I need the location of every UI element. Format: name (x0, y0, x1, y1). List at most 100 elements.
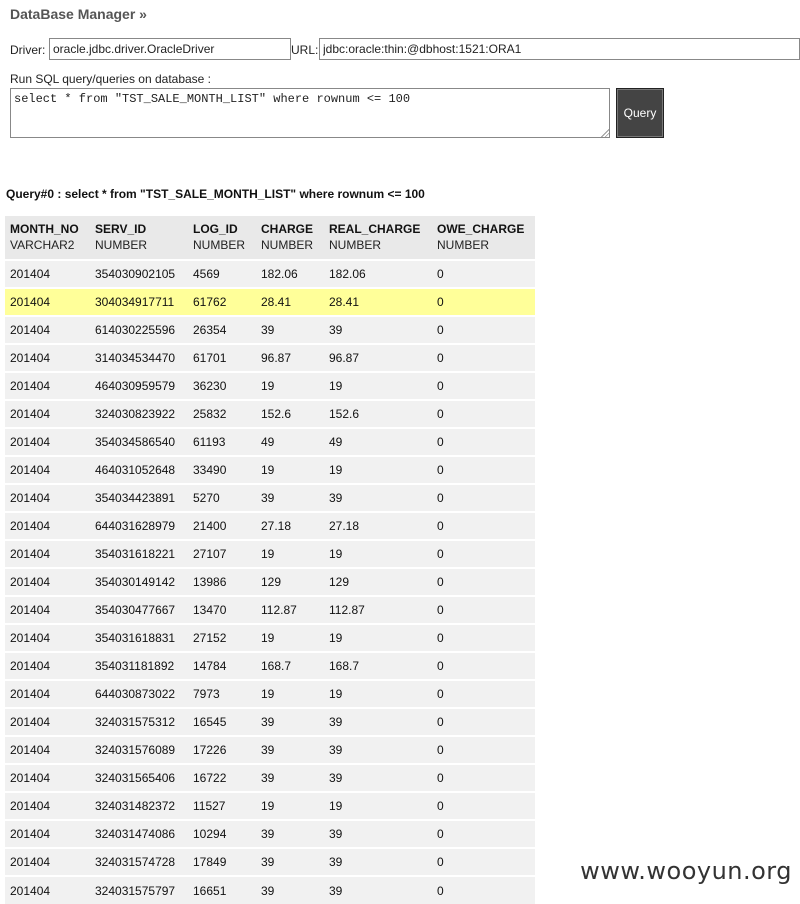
table-cell: 39 (256, 315, 324, 344)
table-cell: 201404 (5, 623, 90, 652)
table-cell: 4569 (188, 259, 256, 288)
table-cell: 27.18 (324, 511, 432, 540)
table-cell: 464030959579 (90, 371, 188, 400)
connection-bar: Driver: URL: (10, 38, 800, 62)
table-cell: 39 (324, 763, 432, 792)
table-row[interactable]: 201404 464031052648 33490 19 19 0 (5, 455, 535, 484)
table-row[interactable]: 201404 354030149142 13986 129 129 0 (5, 567, 535, 596)
table-cell: 10294 (188, 819, 256, 848)
table-cell: 201404 (5, 427, 90, 456)
column-type: NUMBER (261, 238, 314, 252)
table-cell: 0 (432, 679, 535, 708)
table-cell: 0 (432, 567, 535, 596)
table-cell: 19 (256, 679, 324, 708)
table-row[interactable]: 201404 354034423891 5270 39 39 0 (5, 483, 535, 512)
table-cell: 201404 (5, 399, 90, 428)
driver-input[interactable] (49, 38, 291, 60)
table-cell: 201404 (5, 315, 90, 344)
table-row[interactable]: 201404 354030477667 13470 112.87 112.87 0 (5, 595, 535, 624)
table-cell: 49 (324, 427, 432, 456)
table-cell: 0 (432, 399, 535, 428)
column-name: CHARGE (261, 222, 314, 236)
column-type: NUMBER (329, 238, 382, 252)
table-row[interactable]: 201404 324031574728 17849 39 39 0 (5, 847, 535, 876)
table-cell: 19 (256, 539, 324, 568)
table-row[interactable]: 201404 464030959579 36230 19 19 0 (5, 371, 535, 400)
table-row[interactable]: 201404 324031575312 16545 39 39 0 (5, 707, 535, 736)
query-result-heading: Query#0 : select * from "TST_SALE_MONTH_… (6, 187, 425, 201)
table-cell: 13986 (188, 567, 256, 596)
table-cell: 354031181892 (90, 651, 188, 680)
table-cell: 201404 (5, 595, 90, 624)
table-row[interactable]: 201404 354030902105 4569 182.06 182.06 0 (5, 259, 535, 288)
column-name: LOG_ID (193, 222, 238, 236)
table-cell: 152.6 (324, 399, 432, 428)
table-row[interactable]: 201404 324031474086 10294 39 39 0 (5, 819, 535, 848)
sql-query-textarea[interactable]: select * from "TST_SALE_MONTH_LIST" wher… (10, 88, 610, 138)
table-cell: 0 (432, 343, 535, 372)
url-input[interactable] (319, 38, 800, 60)
table-cell: 201404 (5, 567, 90, 596)
table-row[interactable]: 201404 314034534470 61701 96.87 96.87 0 (5, 343, 535, 372)
table-cell: 201404 (5, 875, 90, 904)
table-cell: 19 (256, 371, 324, 400)
table-row[interactable]: 201404 304034917711 61762 28.41 28.41 0 (5, 287, 535, 316)
column-type: NUMBER (193, 238, 246, 252)
table-row[interactable]: 201404 354031618221 27107 19 19 0 (5, 539, 535, 568)
driver-label: Driver: (10, 43, 46, 57)
column-type: NUMBER (95, 238, 148, 252)
table-cell: 112.87 (256, 595, 324, 624)
table-cell: 354034423891 (90, 483, 188, 512)
table-cell: 61762 (188, 287, 256, 316)
sql-label: Run SQL query/queries on database : (10, 72, 212, 86)
table-row[interactable]: 201404 324031576089 17226 39 39 0 (5, 735, 535, 764)
table-row[interactable]: 201404 324030823922 25832 152.6 152.6 0 (5, 399, 535, 428)
table-cell: 0 (432, 595, 535, 624)
table-row[interactable]: 201404 354031181892 14784 168.7 168.7 0 (5, 651, 535, 680)
table-cell: 19 (324, 371, 432, 400)
table-cell: 0 (432, 483, 535, 512)
table-cell: 13470 (188, 595, 256, 624)
table-cell: 39 (256, 735, 324, 764)
table-cell: 39 (256, 763, 324, 792)
table-row[interactable]: 201404 614030225596 26354 39 39 0 (5, 315, 535, 344)
table-row[interactable]: 201404 324031565406 16722 39 39 0 (5, 763, 535, 792)
table-cell: 39 (256, 819, 324, 848)
table-cell: 39 (324, 483, 432, 512)
column-header: MONTH_NO VARCHAR2 (5, 216, 90, 260)
table-cell: 168.7 (324, 651, 432, 680)
table-cell: 201404 (5, 847, 90, 876)
table-header-row: MONTH_NO VARCHAR2 SERV_ID NUMBER LOG_ID NUMBE… (5, 216, 535, 260)
table-cell: 17849 (188, 847, 256, 876)
query-button[interactable]: Query (616, 88, 664, 138)
table-row[interactable]: 201404 644031628979 21400 27.18 27.18 0 (5, 511, 535, 540)
table-cell: 39 (256, 847, 324, 876)
table-cell: 0 (432, 819, 535, 848)
page-title: DataBase Manager » (10, 6, 147, 22)
table-row[interactable]: 201404 644030873022 7973 19 19 0 (5, 679, 535, 708)
resize-grip-icon[interactable] (601, 129, 609, 137)
table-cell: 61701 (188, 343, 256, 372)
table-cell: 33490 (188, 455, 256, 484)
table-cell: 112.87 (324, 595, 432, 624)
table-cell: 201404 (5, 819, 90, 848)
table-cell: 324030823922 (90, 399, 188, 428)
table-row[interactable]: 201404 324031482372 11527 19 19 0 (5, 791, 535, 820)
table-cell: 39 (324, 875, 432, 904)
table-cell: 201404 (5, 539, 90, 568)
table-cell: 0 (432, 371, 535, 400)
table-cell: 39 (324, 819, 432, 848)
table-cell: 354030902105 (90, 259, 188, 288)
table-cell: 36230 (188, 371, 256, 400)
table-row[interactable]: 201404 354034586540 61193 49 49 0 (5, 427, 535, 456)
table-cell: 304034917711 (90, 287, 188, 316)
table-cell: 201404 (5, 343, 90, 372)
table-row[interactable]: 201404 324031575797 16651 39 39 0 (5, 875, 535, 904)
table-row[interactable]: 201404 354031618831 27152 19 19 0 (5, 623, 535, 652)
table-cell: 0 (432, 651, 535, 680)
table-cell: 0 (432, 847, 535, 876)
column-name: OWE_CHARGE (437, 222, 525, 236)
table-cell: 19 (256, 791, 324, 820)
table-cell: 25832 (188, 399, 256, 428)
table-cell: 354030477667 (90, 595, 188, 624)
